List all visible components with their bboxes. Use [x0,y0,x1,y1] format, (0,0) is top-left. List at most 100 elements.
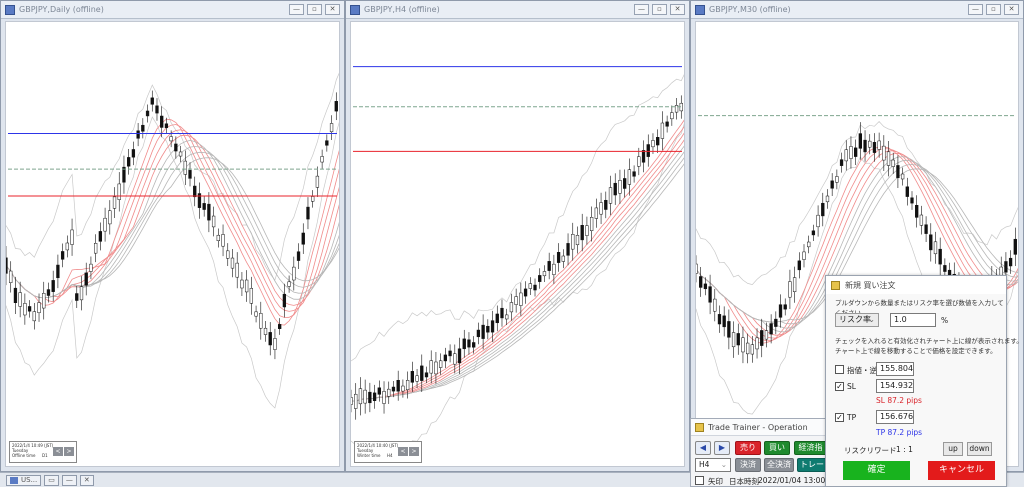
minimize-button[interactable]: — [289,4,304,15]
chart-canvas[interactable] [6,22,340,467]
tp-checkbox[interactable]: ✓ [835,413,844,422]
sl-label: SL [847,382,856,391]
down-button[interactable]: down [967,442,992,456]
prev-bar-button[interactable]: ◀ [695,441,711,455]
taskbar-close-button[interactable]: ✕ [79,474,94,486]
window-icon [10,476,18,484]
candle-body [6,257,8,274]
candle-body [708,286,712,303]
arrow-checkbox[interactable] [695,476,704,485]
candle-body [84,272,88,286]
limit-checkbox[interactable] [835,365,844,374]
chart-info-box: 2022/1/4 10:40 (JST) Tuesday Winter time… [354,441,422,463]
step-forward-button[interactable]: > [409,447,419,456]
candle-body [457,348,462,364]
moving-average [351,126,684,402]
trade-trainer-titlebar[interactable]: Trade Trainer - Operation [691,419,827,436]
moving-average [351,151,684,402]
maximize-button[interactable]: ▫ [307,4,322,15]
close-button[interactable]: ✕ [1004,4,1019,15]
chart-icon [695,4,705,15]
candle-body [240,279,244,289]
dialog-titlebar[interactable]: 新規 買い注文 [826,276,1006,294]
bollinger-band [351,123,684,459]
new-buy-order-dialog[interactable]: 新規 買い注文 プルダウンから数量またはリスク率を選び数値を入力してください。 … [825,275,1023,487]
maximize-button[interactable]: ▫ [652,4,667,15]
close-button[interactable]: ✕ [670,4,685,15]
candle-body [868,140,872,148]
candle-body [769,323,773,335]
candle-body [368,391,372,404]
candle-body [112,196,117,209]
sl-price-input[interactable]: 154.932 [876,379,914,393]
candle-body [282,293,287,308]
taskbar-minimize-button[interactable]: — [61,474,77,486]
maximize-button[interactable]: ▫ [986,4,1001,15]
trail-button[interactable]: トレー [797,458,827,472]
step-forward-button[interactable]: > [64,447,74,456]
chart-titlebar[interactable]: GBPJPY,H4 (offline) — ▫ ✕ [346,1,689,19]
candle-body [462,338,466,350]
price-chart[interactable]: 2022/1/4 10:40 (JST) Tuesday Winter time… [350,21,685,467]
moving-average [6,124,339,318]
candle-body [65,242,69,251]
chart-window-daily[interactable]: GBPJPY,Daily (offline) — ▫ ✕ 2022/1/4 10… [0,0,345,472]
candle-body [89,263,93,272]
next-bar-button[interactable]: ▶ [714,441,730,455]
candle-body [9,270,13,283]
minimize-button[interactable]: — [634,4,649,15]
candle-body [169,136,173,142]
chart-titlebar[interactable]: GBPJPY,M30 (offline) — ▫ ✕ [691,1,1023,19]
minimize-button[interactable]: — [968,4,983,15]
settle-all-button[interactable]: 全決済 [764,458,794,472]
candle-body [108,210,112,225]
candle-body [731,332,736,348]
taskbar-restore-button[interactable]: ▭ [44,474,59,486]
candle-body [797,260,801,271]
sell-button[interactable]: 売り [735,441,761,455]
candle-body [354,393,358,409]
tp-price-input[interactable]: 156.676 [876,410,914,424]
chart-canvas[interactable] [351,22,685,467]
econ-indicator-button[interactable]: 経済指 [794,441,827,455]
taskbar-item[interactable]: US... [6,474,42,486]
limit-price-input[interactable]: 155.804 [876,362,914,376]
candle-body [746,342,750,355]
candle-body [556,252,561,263]
cancel-button[interactable]: キャンセル [928,461,995,480]
price-chart[interactable]: 2022/1/4 10:49 (JST) Tuesday Offline tim… [5,21,340,467]
moving-average [351,145,684,402]
candle-body [696,263,698,274]
timeframe-select[interactable]: H4 ⌄ [695,458,731,472]
buy-button[interactable]: 買い [764,441,790,455]
close-button[interactable]: ✕ [325,4,340,15]
candle-body [32,311,36,322]
mode-select[interactable]: リスク率 ⌄ [835,313,879,327]
candle-body [863,139,867,153]
step-back-button[interactable]: < [398,447,408,456]
trade-trainer-panel[interactable]: Trade Trainer - Operation ◀ ▶ 売り 買い 経済指 … [690,418,837,487]
chart-titlebar[interactable]: GBPJPY,Daily (offline) — ▫ ✕ [1,1,344,19]
candle-body [816,214,820,228]
bollinger-band [351,74,684,362]
up-button[interactable]: up [943,442,963,456]
candle-body [670,112,674,120]
candle-body [561,255,565,262]
candle-body [273,338,277,350]
risk-reward-value: 1 : 1 [896,445,913,454]
candle-body [216,234,220,241]
candle-body [453,353,457,365]
chart-window-h4[interactable]: GBPJPY,H4 (offline) — ▫ ✕ 2022/1/4 10:40… [345,0,690,472]
step-back-button[interactable]: < [53,447,63,456]
sl-checkbox[interactable]: ✓ [835,382,844,391]
candle-body [585,225,589,236]
candle-body [500,307,504,319]
candle-body [727,321,731,338]
settle-button[interactable]: 決済 [735,458,761,472]
risk-input[interactable]: 1.0 [890,313,936,327]
chevron-down-icon: ⌄ [868,315,875,324]
candle-body [263,327,268,335]
candle-body [93,243,98,254]
confirm-button[interactable]: 確定 [843,461,910,480]
moving-average [6,139,339,300]
